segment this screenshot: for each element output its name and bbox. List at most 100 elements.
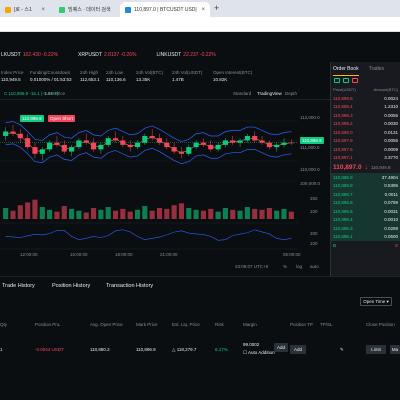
bid-price: 110,896.9 bbox=[333, 174, 353, 180]
bid-row[interactable]: 110,896.7 0.0011 bbox=[331, 190, 400, 199]
candle-body bbox=[237, 140, 243, 143]
bid-price: 110,896.3 bbox=[333, 225, 353, 231]
volume-bar bbox=[178, 203, 185, 219]
ask-price: 110,898.3 bbox=[333, 112, 353, 118]
log-toggle[interactable]: log bbox=[296, 264, 302, 269]
col-pnl: Position PnL bbox=[35, 322, 61, 327]
ask-amount: 0.0131 bbox=[384, 129, 398, 135]
ask-row[interactable]: 110,897.5 0.0009 bbox=[331, 145, 400, 154]
col-avg-open: Avg. Open Price bbox=[90, 322, 123, 327]
ask-row[interactable]: 110,898.3 0.0055 bbox=[331, 111, 400, 120]
view-standard[interactable]: Standard bbox=[233, 91, 251, 96]
auto-toggle[interactable]: auto bbox=[310, 264, 319, 269]
open-time-select[interactable]: Open Time ▾ bbox=[360, 297, 392, 306]
browser-tab-active[interactable]: 110,897.0 | BTCUSDT USD| × bbox=[120, 2, 210, 17]
ask-list: 110,898.6 0.0024 110,898.4 1.2310 110,898.3 0… bbox=[331, 94, 400, 162]
col-qty: Qty bbox=[0, 322, 8, 327]
browser-tab[interactable]: 빙퀘스 · 데이터 검색 × bbox=[54, 2, 114, 17]
ask-row[interactable]: 110,897.1 3.3770 bbox=[331, 154, 400, 163]
tp-add-button[interactable]: Add bbox=[290, 345, 306, 354]
candle-body bbox=[222, 140, 228, 145]
view-depth[interactable]: Depth bbox=[285, 91, 297, 96]
browser-tab[interactable]: [로 - 스1 × bbox=[0, 2, 50, 17]
candle-body bbox=[61, 144, 67, 152]
volume-bar bbox=[54, 211, 60, 219]
ask-price: 110,897.9 bbox=[333, 138, 353, 144]
time-axis-label: 06:00:00 bbox=[283, 252, 301, 257]
volume-bar bbox=[156, 207, 163, 219]
col-risk: Risk bbox=[215, 322, 224, 327]
auto-addition-checkbox[interactable]: ☐ Auto Addition bbox=[243, 350, 275, 356]
bid-row[interactable]: 110,896.3 0.0288 bbox=[331, 224, 400, 233]
ask-row[interactable]: 110,898.0 0.0131 bbox=[331, 128, 400, 137]
time-axis-label: 18:00:00 bbox=[115, 252, 133, 257]
edit-icon[interactable]: ✎ bbox=[340, 347, 344, 353]
tab-position-history[interactable]: Position History bbox=[52, 283, 90, 289]
book-asks-icon[interactable] bbox=[352, 78, 358, 83]
bid-row[interactable]: 110,896.4 0.0010 bbox=[331, 215, 400, 224]
volume-axis-label: 250 bbox=[310, 196, 318, 201]
ask-price: 110,897.1 bbox=[333, 155, 353, 161]
bid-row[interactable]: 110,896.8 0.5395 bbox=[331, 181, 400, 190]
ask-row[interactable]: 110,898.4 1.2310 bbox=[331, 103, 400, 112]
candle-body bbox=[76, 140, 82, 148]
volume-bar bbox=[164, 208, 170, 219]
row-mark: 110,896.9 bbox=[136, 347, 156, 352]
volume-bar bbox=[90, 207, 97, 219]
margin-add-button[interactable]: Add bbox=[274, 343, 288, 352]
time-axis-label: 15:00:00 bbox=[70, 252, 88, 257]
volume-bar bbox=[76, 210, 82, 219]
volume-bar bbox=[186, 207, 192, 219]
volume-bar bbox=[208, 208, 214, 219]
price-axis-label: 112,000.0 bbox=[300, 115, 320, 120]
mark-price: 110,949.8 bbox=[370, 165, 391, 170]
book-both-icon[interactable] bbox=[334, 78, 340, 83]
new-tab-button[interactable]: + bbox=[214, 3, 219, 13]
price-axis-label: 111,000.0 bbox=[300, 145, 320, 150]
tab-transaction-history[interactable]: Transaction History bbox=[106, 283, 153, 289]
bid-row[interactable]: 110,896.5 0.0031 bbox=[331, 207, 400, 216]
view-tradingview[interactable]: TradingView bbox=[257, 91, 282, 96]
volume-bar bbox=[83, 212, 89, 219]
ask-row[interactable]: 110,898.6 0.0024 bbox=[331, 94, 400, 103]
ticker-item[interactable]: LINKUSDT 22.237 -0.22% bbox=[156, 52, 215, 58]
chart-canvas[interactable] bbox=[0, 101, 330, 276]
ask-row[interactable]: 110,897.9 0.0055 bbox=[331, 137, 400, 146]
price-chart[interactable]: 110,896.9 110,896.9 Open Short 112,000.0… bbox=[0, 101, 330, 276]
ask-amount: 1.2310 bbox=[384, 104, 398, 110]
bid-row[interactable]: 110,896.9 37.4904 bbox=[331, 173, 400, 182]
volume-bar bbox=[39, 207, 45, 219]
ask-row[interactable]: 110,898.2 0.0030 bbox=[331, 120, 400, 129]
volume-bar bbox=[127, 211, 133, 219]
volume-bar bbox=[237, 210, 243, 219]
volume-bar bbox=[32, 199, 38, 219]
candle-body bbox=[83, 140, 89, 143]
ticker-item[interactable]: LKUSDT 102.430 -0.22% bbox=[1, 52, 58, 58]
address-bar[interactable] bbox=[0, 17, 400, 32]
tab-trades[interactable]: Trades bbox=[369, 66, 384, 76]
ticker-item[interactable]: XRPUSDT 2.8137 -0.26% bbox=[78, 52, 136, 58]
volume-bar bbox=[149, 210, 155, 219]
bid-amount: 0.0010 bbox=[384, 217, 398, 223]
last-price-select[interactable]: Last Price bbox=[45, 91, 65, 96]
tab-trade-history[interactable]: Trade History bbox=[2, 283, 35, 289]
book-bids-icon[interactable] bbox=[343, 78, 349, 83]
bid-price: 110,896.8 bbox=[333, 183, 353, 189]
volume-bar bbox=[222, 207, 228, 219]
limit-close-button[interactable]: Limit bbox=[366, 345, 386, 354]
tab-order-book[interactable]: Order Book bbox=[333, 66, 359, 76]
tab-close-icon[interactable]: × bbox=[41, 7, 45, 13]
bid-row[interactable]: 110,896.6 0.0789 bbox=[331, 198, 400, 207]
bid-price: 110,896.1 bbox=[333, 234, 353, 240]
bid-row[interactable]: 110,896.1 0.0500 bbox=[331, 232, 400, 241]
stat-24h-high: 24h High 112,653.1 bbox=[80, 70, 100, 82]
volume-bar bbox=[230, 209, 236, 219]
candle-body bbox=[244, 135, 250, 141]
percent-toggle[interactable]: % bbox=[283, 264, 287, 269]
tab-close-icon[interactable]: × bbox=[201, 7, 205, 13]
candle-body bbox=[134, 142, 141, 148]
volume-bar bbox=[105, 207, 111, 219]
bid-amount: 0.0500 bbox=[384, 234, 398, 240]
favicon-icon bbox=[59, 6, 65, 13]
market-close-button[interactable]: Ma bbox=[390, 345, 400, 354]
